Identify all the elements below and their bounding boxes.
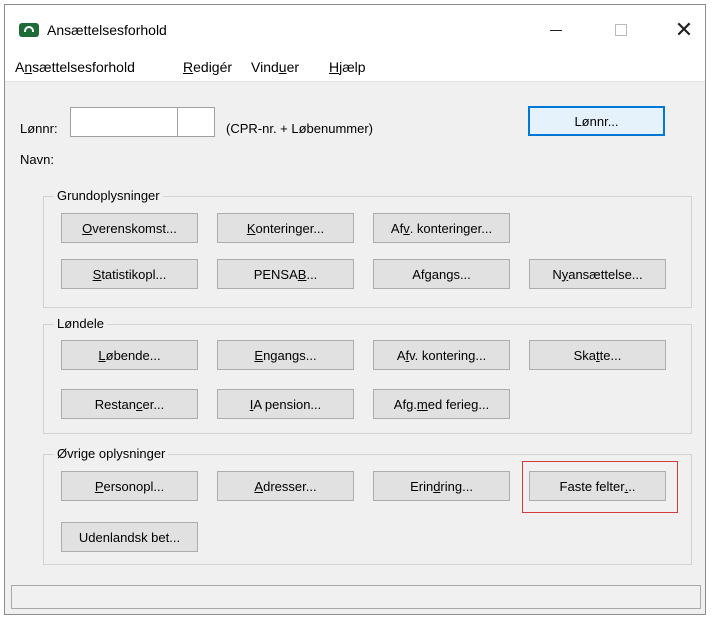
lonnr-label: Lønnr: (20, 121, 58, 136)
lobenummer-input[interactable] (177, 107, 215, 137)
lonnr-button[interactable]: Lønnr... (528, 106, 665, 136)
navn-label: Navn: (20, 152, 54, 167)
ia-pension-button[interactable]: IA pension... (217, 389, 354, 419)
close-icon: ✕ (674, 17, 694, 42)
pensab-button[interactable]: PENSA B... (217, 259, 354, 289)
minimize-icon (550, 29, 562, 31)
menu-ansaettelsesforhold[interactable]: Ansættelsesforhold (15, 59, 135, 75)
cpr-hint-label: (CPR-nr. + Løbenummer) (226, 121, 374, 136)
window-title: Ansættelsesforhold (47, 22, 167, 38)
afv-konteringer-button[interactable]: Af v. konteringer... (373, 213, 510, 243)
menu-bar: Ansættelsesforhold Redigér Vinduer Hjælp (5, 55, 705, 82)
highlight-box (522, 461, 678, 513)
menu-rediger[interactable]: Redigér (183, 59, 232, 75)
erindring-button[interactable]: Erin d ring... (373, 471, 510, 501)
afv-kontering-button[interactable]: Af v. kontering... (373, 340, 510, 370)
main-window: Ansættelsesforhold ✕ Ansættelsesforhold … (4, 4, 706, 615)
minimize-button[interactable] (533, 13, 579, 47)
konteringer-button[interactable]: Konteringer... (217, 213, 354, 243)
title-bar: Ansættelsesforhold ✕ (5, 5, 705, 55)
group-title-londele: Løndele (54, 316, 107, 331)
engangs-button[interactable]: Engangs... (217, 340, 354, 370)
maximize-icon (615, 24, 627, 36)
personopl-button[interactable]: Personopl... (61, 471, 198, 501)
afgangs-button[interactable]: Af g angs... (373, 259, 510, 289)
afg-med-ferieg-button[interactable]: Afg. m ed ferieg... (373, 389, 510, 419)
maximize-button[interactable] (598, 13, 644, 47)
cpr-input[interactable] (70, 107, 178, 137)
nyansaettelse-button[interactable]: Ny ansættelse... (529, 259, 666, 289)
lobende-button[interactable]: Løbende... (61, 340, 198, 370)
group-title-ovrige: Øvrige oplysninger (54, 446, 169, 461)
group-title-grundoplysninger: Grundoplysninger (54, 188, 163, 203)
app-icon (19, 23, 39, 37)
menu-vinduer[interactable]: Vinduer (251, 59, 299, 75)
overenskomst-button[interactable]: Overenskomst... (61, 213, 198, 243)
udenlandsk-bet-button[interactable]: Udenlandsk bet... (61, 522, 198, 552)
restancer-button[interactable]: Restan c er... (61, 389, 198, 419)
menu-hjaelp[interactable]: Hjælp (329, 59, 366, 75)
close-button[interactable]: ✕ (661, 13, 707, 47)
adresser-button[interactable]: Adresser... (217, 471, 354, 501)
statistikopl-button[interactable]: Statistikopl... (61, 259, 198, 289)
status-bar (11, 585, 701, 609)
skatte-button[interactable]: Ska t te... (529, 340, 666, 370)
